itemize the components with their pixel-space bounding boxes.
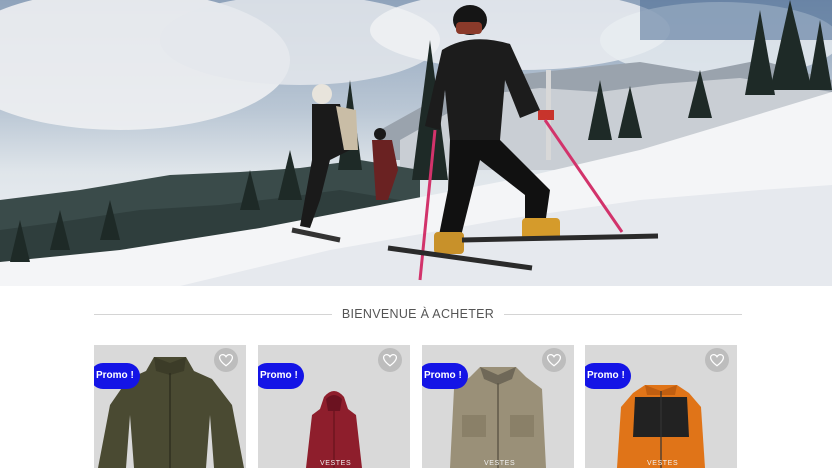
heart-icon bbox=[547, 353, 561, 367]
promo-badge: Promo ! bbox=[94, 363, 140, 389]
product-grid: Promo ! Promo ! VESTES Promo ! VESTES Pr… bbox=[0, 345, 832, 468]
heart-icon bbox=[219, 353, 233, 367]
product-card[interactable]: Promo ! VESTES bbox=[422, 345, 574, 468]
hero-photo bbox=[0, 0, 832, 286]
hero-banner bbox=[0, 0, 832, 286]
product-card[interactable]: Promo ! VESTES bbox=[585, 345, 737, 468]
category-tag: VESTES bbox=[320, 460, 352, 467]
wishlist-button[interactable] bbox=[214, 348, 238, 372]
promo-badge: Promo ! bbox=[422, 363, 468, 389]
promo-badge: Promo ! bbox=[258, 363, 304, 389]
divider-left bbox=[94, 313, 332, 315]
section-heading: BIENVENUE À ACHETER bbox=[94, 302, 743, 326]
promo-badge: Promo ! bbox=[585, 363, 631, 389]
wishlist-button[interactable] bbox=[705, 348, 729, 372]
wishlist-button[interactable] bbox=[378, 348, 402, 372]
divider-right bbox=[504, 313, 743, 315]
product-card[interactable]: Promo ! bbox=[94, 345, 246, 468]
product-card[interactable]: Promo ! VESTES bbox=[258, 345, 410, 468]
category-tag: VESTES bbox=[484, 460, 516, 467]
section-title: BIENVENUE À ACHETER bbox=[341, 307, 495, 321]
heart-icon bbox=[710, 353, 724, 367]
wishlist-button[interactable] bbox=[542, 348, 566, 372]
category-tag: VESTES bbox=[647, 460, 679, 467]
heart-icon bbox=[383, 353, 397, 367]
